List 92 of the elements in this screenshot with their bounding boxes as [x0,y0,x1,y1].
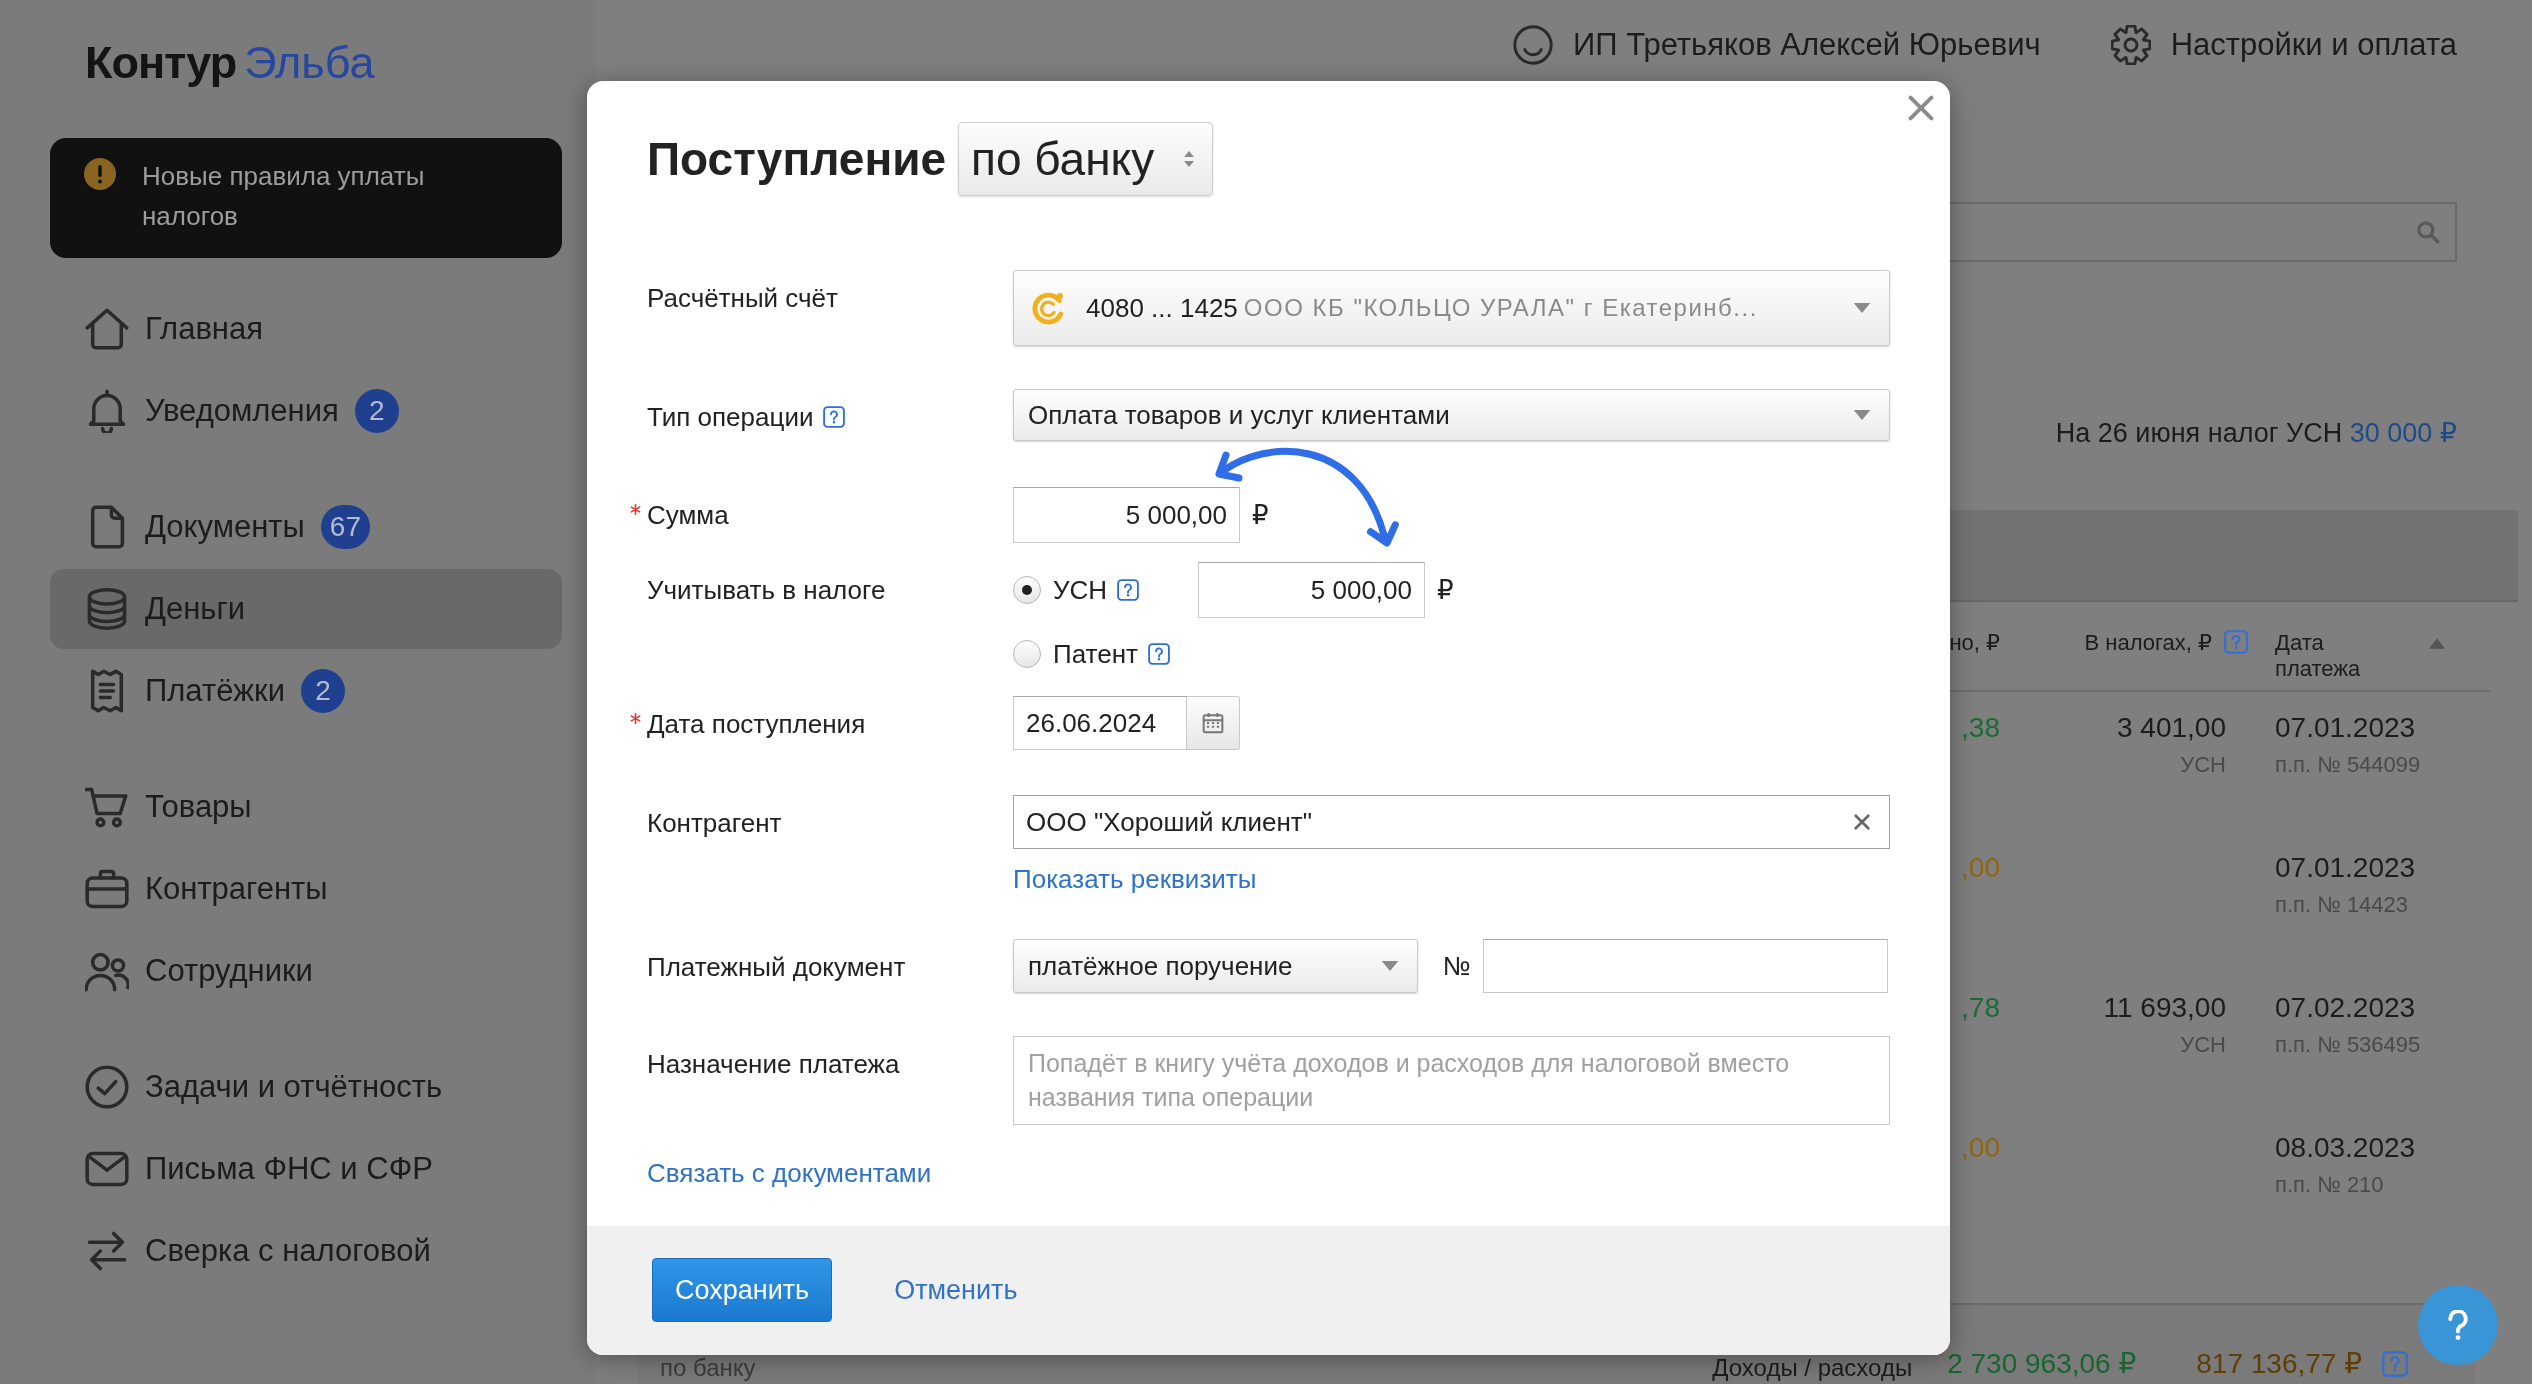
notice-banner[interactable]: Новые правила уплаты налогов [50,138,562,258]
field-label: Платежный документ [647,951,906,983]
bank-account-select[interactable]: 4080 ... 1425 ООО КБ "КОЛЬЦО УРАЛА" г Екатеринб... [1013,270,1890,346]
nav-item[interactable]: Сверка с налоговой [50,1211,562,1291]
payment-date: 07.01.2023 [2275,851,2416,885]
attach-documents-link[interactable]: Связать с документами [647,1158,932,1188]
nav-item[interactable]: Деньги [50,569,562,649]
tax-amount: 3 401,00 [2117,711,2226,745]
caret-icon [1853,410,1871,420]
column-header[interactable]: но, ₽ [1949,630,2000,656]
radio-button[interactable] [1013,576,1041,604]
caret-icon [1381,961,1399,971]
help-icon[interactable] [823,406,846,428]
amount-text: ,00 [1961,851,2000,885]
expense-total: 817 136,77 ₽ [2196,1348,2362,1380]
operation-type-select[interactable]: Оплата товаров и услуг клиентами [1013,389,1890,441]
settings-icon [2110,25,2151,65]
cancel-link[interactable]: Отменить [894,1258,1018,1322]
close-icon [1908,95,1934,121]
field-label: Дата поступления [647,708,866,740]
caret-icon [1853,303,1871,313]
counterparty-field[interactable]: ООО "Хороший клиент" [1013,795,1890,849]
up-down-caret-icon [1184,151,1195,167]
search-icon [2415,219,2441,245]
show-details-link[interactable]: Показать реквизиты [1013,863,1257,895]
settings-link[interactable]: Настройки и оплата [2110,25,2457,65]
field-label: Контрагент [647,807,782,839]
nav-item[interactable]: Платёжки 2 [50,651,562,731]
save-button[interactable]: Сохранить [652,1258,833,1322]
notice-text: Новые правила уплаты налогов [142,160,426,233]
count-badge: 67 [320,505,370,549]
amount-text: ,78 [1961,991,2000,1025]
smile-icon [1513,25,1553,65]
calendar-icon [1202,712,1224,734]
check-circle-icon [85,1065,129,1109]
swap-arrows-icon [85,1229,129,1273]
nav-item[interactable]: Сотрудники [50,931,562,1011]
field-label: Учитывать в налоге [647,574,886,606]
nav-item[interactable]: Уведомления 2 [50,371,562,451]
tax-amount-link[interactable]: 30 000 ₽ [2349,418,2457,448]
cart-icon [85,785,129,829]
payment-date: 07.01.2023 [2275,711,2416,745]
help-icon[interactable] [1117,579,1140,601]
count-badge: 2 [354,389,399,433]
tax-summary: На 26 июня налог УСН 30 000 ₽ [2055,417,2457,450]
calendar-button[interactable] [1187,696,1240,750]
field-label: Назначение платежа [647,1048,900,1080]
payment-purpose-field[interactable]: Попадёт в книгу учёта доходов и расходов для налоговой вместо названия типа операции [1013,1036,1890,1125]
totals-label: Доходы / расходы [1712,1356,1913,1380]
payment-date: 07.02.2023 [2275,991,2416,1025]
tax-amount: 11 693,00 [2103,991,2226,1025]
user-menu[interactable]: ИП Третьяков Алексей Юрьевич [1513,25,2041,65]
nav-item[interactable]: Письма ФНС и СФР [50,1129,562,1209]
payment-date: 08.03.2023 [2275,1131,2416,1165]
nav-item[interactable]: Документы 67 [50,487,562,567]
nav-item[interactable]: Контрагенты [50,849,562,929]
amount-text: ,00 [1961,1131,2000,1165]
warning-icon [84,158,116,190]
count-badge: 2 [301,669,345,713]
currency-sign: ₽ [1252,499,1269,531]
mode-select[interactable]: по банку [958,122,1214,196]
column-header[interactable]: В налогах, ₽ [2084,630,2212,656]
currency-sign: ₽ [1437,574,1454,606]
coins-stack-icon [85,587,129,631]
number-sign: № [1443,950,1471,982]
nav-item[interactable]: Главная [50,289,562,369]
bank-logo-icon [1030,290,1066,326]
help-icon[interactable] [1147,643,1170,665]
income-total: 2 730 963,06 ₽ [1947,1348,2137,1380]
document-type-select[interactable]: платёжное поручение [1013,939,1418,993]
date-field[interactable]: 26.06.2024 [1013,696,1187,750]
question-mark-icon [2447,1309,2469,1341]
clear-icon[interactable] [1853,813,1871,831]
amount-text: ,38 [1961,711,2000,745]
briefcase-icon [85,867,129,911]
radio-button[interactable] [1013,640,1041,668]
tax-amount-field[interactable]: 5 000,00 [1198,562,1425,618]
field-label: Сумма [647,499,729,531]
column-header[interactable]: Дата платежа [2275,630,2385,682]
nav-item[interactable]: Задачи и отчётность [50,1047,562,1127]
logo-wordmark[interactable]: Контур [85,38,237,88]
close-button[interactable] [1908,95,1934,121]
document-number-field[interactable] [1482,939,1888,993]
nav-item[interactable]: Товары [50,767,562,847]
amount-field[interactable]: 5 000,00 [1013,487,1240,543]
radio-label[interactable]: Патент [1053,638,1138,670]
dialog-title: Поступление [647,132,947,186]
field-label: Расчётный счёт [647,282,838,314]
source-label: по банку [660,1356,756,1380]
home-icon [85,307,129,351]
field-label: Тип операции [647,401,814,433]
radio-label[interactable]: УСН [1053,574,1108,606]
